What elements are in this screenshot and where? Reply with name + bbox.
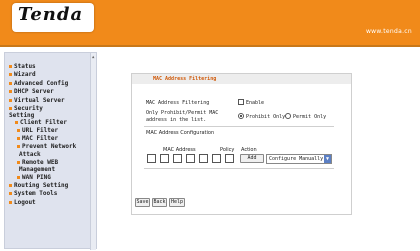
help-button[interactable]: Help — [169, 198, 185, 207]
mac-filter-panel: MAC Address Filtering — [131, 73, 352, 215]
bullet-icon — [9, 90, 12, 93]
logo-text: Tenda — [18, 4, 84, 25]
bullet-icon — [17, 137, 20, 140]
config-heading: MAC Address Configuration — [146, 130, 215, 136]
help-button-label: Help — [170, 199, 184, 205]
sidebar-item-label: Wizard — [14, 71, 36, 78]
back-button-label: Back — [153, 199, 166, 205]
sidebar-item-wizard[interactable]: Wizard — [9, 71, 36, 78]
bullet-icon — [9, 107, 12, 110]
header-divider — [0, 45, 420, 47]
sidebar-item-label: Status — [14, 63, 36, 70]
chevron-down-icon[interactable]: ▼ — [324, 155, 331, 163]
save-button[interactable]: Save — [135, 198, 150, 207]
policy-select[interactable]: Configure Manually ▼ — [266, 154, 332, 164]
prohibit-only-label: Prohibit Only — [246, 114, 286, 120]
only-label-line1: Only Prohibit/Permit MAC — [146, 110, 219, 116]
sidebar-item-client-filter[interactable]: Client Filter — [15, 119, 67, 126]
sidebar-item-system-tools[interactable]: System Tools — [9, 190, 57, 197]
header-bar: Tenda www.tenda.cn — [0, 0, 420, 45]
bullet-icon — [9, 65, 12, 68]
sidebar-item-label: Virtual Server — [14, 97, 65, 104]
sidebar-item-setting[interactable]: Setting — [9, 112, 34, 119]
permit-only-radio[interactable] — [285, 113, 291, 119]
sidebar-item-label: MAC Filter — [22, 135, 59, 142]
filtering-label: MAC Address Filtering — [146, 100, 210, 106]
sidebar: ▲ Status Wizard Advanced Config DHCP Server… — [4, 52, 97, 250]
bullet-icon — [9, 99, 12, 102]
sidebar-item-label: Routing Setting — [14, 182, 69, 189]
sidebar-item-label: Prevent Network — [22, 143, 77, 150]
permit-only-label: Permit Only — [293, 114, 327, 120]
sidebar-item-routing-setting[interactable]: Routing Setting — [9, 182, 68, 189]
scroll-up-icon[interactable]: ▲ — [92, 54, 94, 59]
sidebar-item-mac-filter[interactable]: MAC Filter — [17, 135, 58, 142]
bullet-icon — [9, 82, 12, 85]
bullet-icon — [17, 176, 20, 179]
bullet-icon — [9, 184, 12, 187]
bullet-icon — [17, 161, 20, 164]
sidebar-item-logout[interactable]: Logout — [9, 199, 36, 206]
sidebar-item-label: DHCP Server — [14, 88, 54, 95]
sidebar-item-virtual-server[interactable]: Virtual Server — [9, 97, 65, 104]
sidebar-item-wan-ping[interactable]: WAN PING — [17, 174, 51, 181]
section-divider-bottom — [144, 168, 334, 169]
sidebar-item-label: WAN PING — [22, 174, 51, 181]
policy-select-value: Configure Manually — [269, 156, 324, 162]
sidebar-item-label: Security — [14, 105, 43, 112]
enable-label: Enable — [246, 100, 265, 106]
sidebar-item-url-filter[interactable]: URL Filter — [17, 127, 58, 134]
sidebar-item-label: Logout — [14, 199, 36, 206]
sidebar-item-advanced-config[interactable]: Advanced Config — [9, 80, 68, 87]
page-title: MAC Address Filtering — [153, 76, 217, 82]
sidebar-item-label: Management — [19, 166, 56, 173]
col-mac-address: MAC Address — [163, 147, 196, 153]
sidebar-item-attack[interactable]: Attack — [19, 151, 41, 158]
mac-octet-1-input[interactable] — [147, 154, 156, 163]
sidebar-item-management[interactable]: Management — [19, 166, 55, 173]
col-action: Action — [241, 147, 257, 153]
save-button-label: Save — [136, 199, 149, 205]
panel-titlebar: MAC Address Filtering — [132, 74, 351, 84]
policy-checkbox[interactable] — [225, 154, 234, 163]
mac-octet-5-input[interactable] — [199, 154, 208, 163]
bullet-icon — [9, 73, 12, 76]
prohibit-only-radio[interactable] — [238, 113, 244, 119]
add-button[interactable]: Add — [240, 154, 264, 163]
sidebar-scrollbar[interactable]: ▲ — [90, 53, 96, 250]
section-divider — [144, 126, 334, 127]
sidebar-item-status[interactable]: Status — [9, 63, 36, 70]
sidebar-item-remote-web[interactable]: Remote WEB — [17, 159, 58, 166]
mac-octet-2-input[interactable] — [160, 154, 169, 163]
sidebar-item-label: URL Filter — [22, 127, 59, 134]
add-button-label: Add — [247, 155, 257, 161]
sidebar-item-security[interactable]: Security — [9, 105, 43, 112]
mac-octet-4-input[interactable] — [186, 154, 195, 163]
sidebar-item-dhcp-server[interactable]: DHCP Server — [9, 88, 54, 95]
sidebar-item-label: Attack — [19, 151, 41, 158]
sidebar-item-label: Setting — [9, 112, 35, 119]
only-label-line2: address in the list. — [146, 117, 207, 123]
bullet-icon — [15, 121, 18, 124]
mac-octet-6-input[interactable] — [212, 154, 221, 163]
bullet-icon — [17, 129, 20, 132]
sidebar-item-label: System Tools — [14, 190, 58, 197]
sidebar-item-label: Client Filter — [20, 119, 67, 126]
enable-checkbox[interactable] — [238, 99, 244, 105]
bullet-icon — [17, 145, 20, 148]
mac-octet-3-input[interactable] — [173, 154, 182, 163]
sidebar-item-label: Advanced Config — [14, 80, 69, 87]
bullet-icon — [9, 201, 12, 204]
sidebar-item-label: Remote WEB — [22, 159, 59, 166]
sidebar-item-prevent-network[interactable]: Prevent Network — [17, 143, 76, 150]
site-url: www.tenda.cn — [365, 28, 412, 35]
col-policy: Policy — [220, 147, 235, 153]
tenda-logo: Tenda — [12, 3, 94, 32]
bullet-icon — [9, 192, 12, 195]
back-button[interactable]: Back — [152, 198, 167, 207]
